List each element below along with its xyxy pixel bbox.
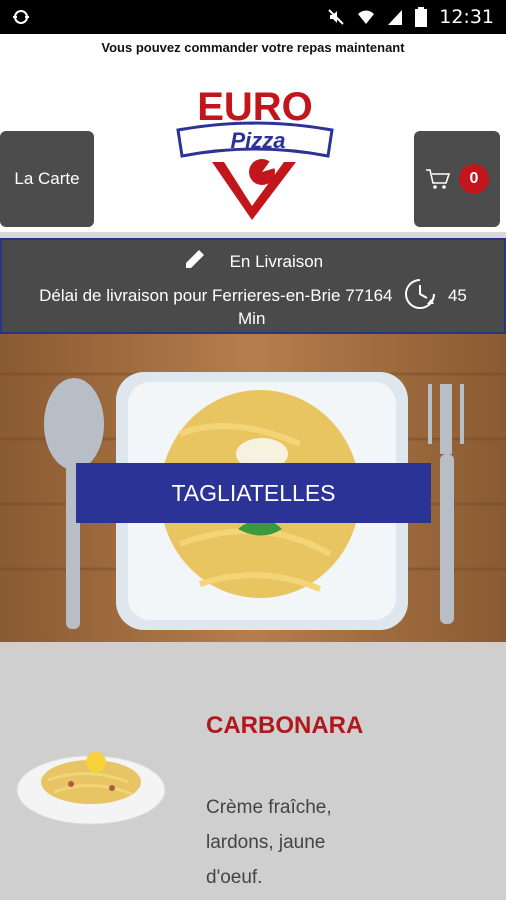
delivery-location-text: Délai de livraison pour Ferrieres-en-Bri… [39,286,393,305]
menu-button[interactable]: La Carte [0,131,94,227]
cart-count-badge: 0 [459,164,489,194]
tagline: Vous pouvez commander votre repas mainte… [101,40,405,55]
cart-icon [426,169,451,189]
sync-icon [13,10,29,24]
delivery-time-row: Délai de livraison pour Ferrieres-en-Bri… [2,277,504,311]
logo-word-pizza: Pizza [230,128,285,153]
euro-pizza-logo: EURO Pizza [176,85,334,220]
delivery-time-unit: Min [238,309,266,328]
product-description: Crème fraîche, lardons, jaune d'oeuf. [206,797,332,888]
clock-icon [405,279,436,309]
cart-button[interactable]: 0 [414,131,500,227]
signal-icon [388,10,403,25]
mute-icon [328,9,344,25]
status-bar: 12:31 [0,0,506,34]
delivery-mode-label: En Livraison [229,252,324,271]
battery-icon [415,7,428,27]
delivery-info-banner[interactable]: En Livraison Délai de livraison pour Fer… [0,238,506,334]
wifi-icon [358,10,375,24]
delivery-time-value: 45 [447,286,467,305]
product-name: CARBONARA [206,712,364,739]
category-title[interactable]: TAGLIATELLES [76,463,431,523]
delivery-mode-row: En Livraison [2,247,504,272]
pencil-icon[interactable] [183,247,207,271]
product-image [16,752,166,825]
menu-button-label: La Carte [14,169,80,188]
clock-time: 12:31 [439,6,494,28]
